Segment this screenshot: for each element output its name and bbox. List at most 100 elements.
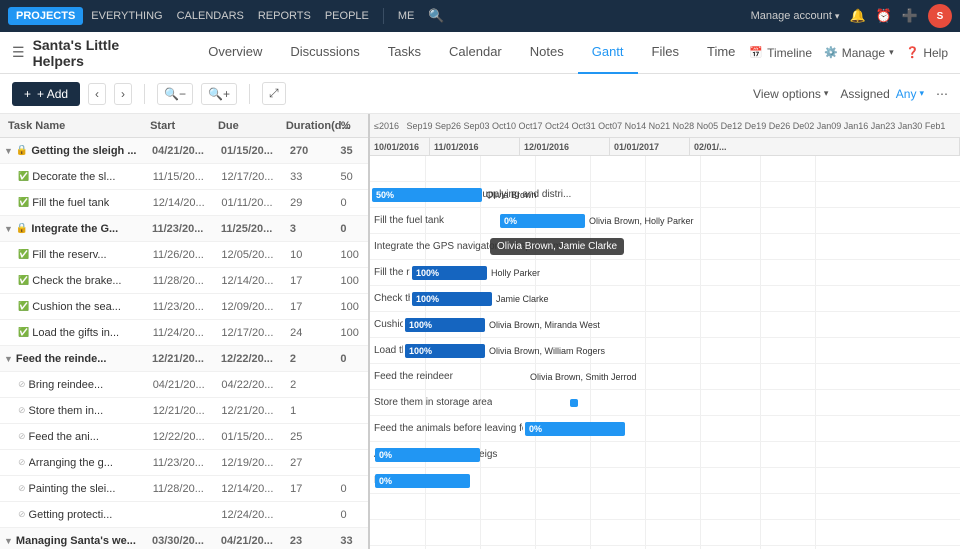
gantt-bar[interactable]: 0% xyxy=(375,448,480,462)
task-row[interactable]: ⊘Bring reindee...04/21/20...04/22/20...2 xyxy=(0,372,368,398)
assigned-btn[interactable]: Assigned Any ▾ xyxy=(840,87,924,101)
task-row[interactable]: ▼Feed the reinde...12/21/20...12/22/20..… xyxy=(0,346,368,372)
nav-everything[interactable]: EVERYTHING xyxy=(91,10,162,22)
more-options-btn[interactable]: ⋯ xyxy=(936,87,948,101)
gantt-grid-line xyxy=(760,312,761,337)
done-icon: ✅ xyxy=(18,275,29,286)
gantt-row: Store them in storage area xyxy=(370,390,960,416)
gear-icon: ⚙️ xyxy=(824,46,838,59)
nav-calendars[interactable]: CALENDARS xyxy=(177,10,244,22)
gantt-grid-line xyxy=(760,520,761,545)
clock-icon[interactable]: ⏰ xyxy=(876,8,892,24)
gantt-grid-line xyxy=(700,182,701,207)
tab-notes[interactable]: Notes xyxy=(516,32,578,74)
gantt-grid-line xyxy=(645,364,646,389)
view-options-btn[interactable]: View options ▾ xyxy=(753,87,828,101)
tab-discussions[interactable]: Discussions xyxy=(276,32,373,74)
task-row[interactable]: ⊘Arranging the g...11/23/20...12/19/20..… xyxy=(0,450,368,476)
task-start: 11/26/20... xyxy=(153,249,222,261)
task-table: Task Name Start Due Duration(d... % ▼🔒Ge… xyxy=(0,114,370,549)
projects-badge[interactable]: PROJECTS xyxy=(8,7,83,25)
plus-icon[interactable]: ➕ xyxy=(902,8,918,24)
gantt-bar[interactable]: 0% xyxy=(500,214,585,228)
task-row[interactable]: ▼Managing Santa's we...03/30/20...04/21/… xyxy=(0,528,368,549)
expand-icon[interactable]: ▼ xyxy=(4,354,13,364)
gantt-grid-line xyxy=(700,286,701,311)
gantt-month-02: 02/01/... xyxy=(690,138,960,155)
pending-icon: ⊘ xyxy=(18,483,26,494)
avatar[interactable]: S xyxy=(928,4,952,28)
task-duration: 17 xyxy=(290,483,340,495)
assigned-chevron: ▾ xyxy=(919,88,924,99)
expand-icon[interactable]: ▼ xyxy=(4,536,13,546)
gantt-assignee-label: Olivia Brown, Miranda West xyxy=(489,320,600,330)
nav-people[interactable]: PEOPLE xyxy=(325,10,369,22)
project-title: Santa's Little Helpers xyxy=(33,37,175,69)
main-content: Task Name Start Due Duration(d... % ▼🔒Ge… xyxy=(0,114,960,549)
nav-me[interactable]: ME xyxy=(398,10,415,22)
gantt-grid-line xyxy=(535,390,536,415)
task-row[interactable]: ✅Fill the reserv...11/26/20...12/05/20..… xyxy=(0,242,368,268)
hamburger-icon[interactable]: ☰ xyxy=(12,44,25,61)
tab-time[interactable]: Time xyxy=(693,32,749,74)
gantt-grid-line xyxy=(815,156,816,181)
gantt-bar[interactable]: 0% xyxy=(525,422,625,436)
expand-icon[interactable]: ▼ xyxy=(4,146,13,156)
nav-reports[interactable]: REPORTS xyxy=(258,10,311,22)
expand-icon[interactable]: ▼ xyxy=(4,224,13,234)
gantt-grid-line xyxy=(700,156,701,181)
search-icon[interactable]: 🔍 xyxy=(428,8,444,24)
task-row[interactable]: ✅Fill the fuel tank12/14/20...01/11/20..… xyxy=(0,190,368,216)
task-row[interactable]: ⊘Getting protecti...12/24/20...0 xyxy=(0,502,368,528)
next-btn[interactable]: › xyxy=(114,83,132,105)
expand-btn[interactable]: ⤢ xyxy=(262,82,286,105)
pending-icon: ⊘ xyxy=(18,457,26,468)
manage-btn[interactable]: ⚙️ Manage ▾ xyxy=(824,46,894,60)
task-row[interactable]: ✅Check the brake...11/28/20...12/14/20..… xyxy=(0,268,368,294)
gantt-bar[interactable]: 0% xyxy=(375,474,470,488)
task-duration: 29 xyxy=(290,197,340,209)
task-start: 11/23/20... xyxy=(152,223,221,235)
gantt-bar[interactable]: 100% xyxy=(405,318,485,332)
task-row[interactable]: ✅Cushion the sea...11/23/20...12/09/20..… xyxy=(0,294,368,320)
gantt-task-label: Cushion the seat on the sleigh with pill… xyxy=(374,319,403,330)
tab-files[interactable]: Files xyxy=(638,32,693,74)
tab-overview[interactable]: Overview xyxy=(194,32,276,74)
gantt-grid-line xyxy=(645,234,646,259)
gantt-bar[interactable]: 50% xyxy=(372,188,482,202)
gantt-grid-line xyxy=(700,416,701,441)
add-button[interactable]: + + Add xyxy=(12,82,80,106)
task-row[interactable]: ▼🔒Getting the sleigh ...04/21/20...01/15… xyxy=(0,138,368,164)
gantt-task-label: Load the gifts into the sleigh xyxy=(374,345,403,356)
task-row[interactable]: ✅Load the gifts in...11/24/20...12/17/20… xyxy=(0,320,368,346)
gantt-grid-line xyxy=(760,494,761,519)
task-name-label: Load the gifts in... xyxy=(32,327,119,339)
timeline-btn[interactable]: 📅 Timeline xyxy=(749,46,812,60)
pending-icon: ⊘ xyxy=(18,379,26,390)
gantt-grid-line xyxy=(760,338,761,363)
gantt-row: Decorate the sleigh for supplying and di… xyxy=(370,182,960,208)
task-row[interactable]: ✅Decorate the sl...11/15/20...12/17/20..… xyxy=(0,164,368,190)
manage-account-btn[interactable]: Manage account ▾ xyxy=(751,10,840,22)
gantt-grid-line xyxy=(590,494,591,519)
top-nav: PROJECTS EVERYTHING CALENDARS REPORTS PE… xyxy=(0,0,960,32)
gantt-bar[interactable]: 100% xyxy=(405,344,485,358)
help-btn[interactable]: ❓ Help xyxy=(906,46,948,60)
tab-gantt[interactable]: Gantt xyxy=(578,32,638,74)
gantt-bar[interactable]: 100% xyxy=(412,292,492,306)
gantt-bar[interactable] xyxy=(570,399,578,407)
task-start: 11/24/20... xyxy=(153,327,222,339)
gantt-bar[interactable]: 100% xyxy=(412,266,487,280)
prev-btn[interactable]: ‹ xyxy=(88,83,106,105)
task-row[interactable]: ⊘Painting the slei...11/28/20...12/14/20… xyxy=(0,476,368,502)
tab-tasks[interactable]: Tasks xyxy=(374,32,435,74)
task-row[interactable]: ⊘Store them in...12/21/20...12/21/20...1 xyxy=(0,398,368,424)
task-name-label: Managing Santa's we... xyxy=(16,535,136,547)
zoom-out-btn[interactable]: 🔍− xyxy=(157,83,193,105)
zoom-in-btn[interactable]: 🔍+ xyxy=(201,83,237,105)
task-row[interactable]: ⊘Feed the ani...12/22/20...01/15/20...25 xyxy=(0,424,368,450)
bell-icon[interactable]: 🔔 xyxy=(849,8,865,24)
gantt-row xyxy=(370,156,960,182)
task-row[interactable]: ▼🔒Integrate the G...11/23/20...11/25/20.… xyxy=(0,216,368,242)
tab-calendar[interactable]: Calendar xyxy=(435,32,516,74)
